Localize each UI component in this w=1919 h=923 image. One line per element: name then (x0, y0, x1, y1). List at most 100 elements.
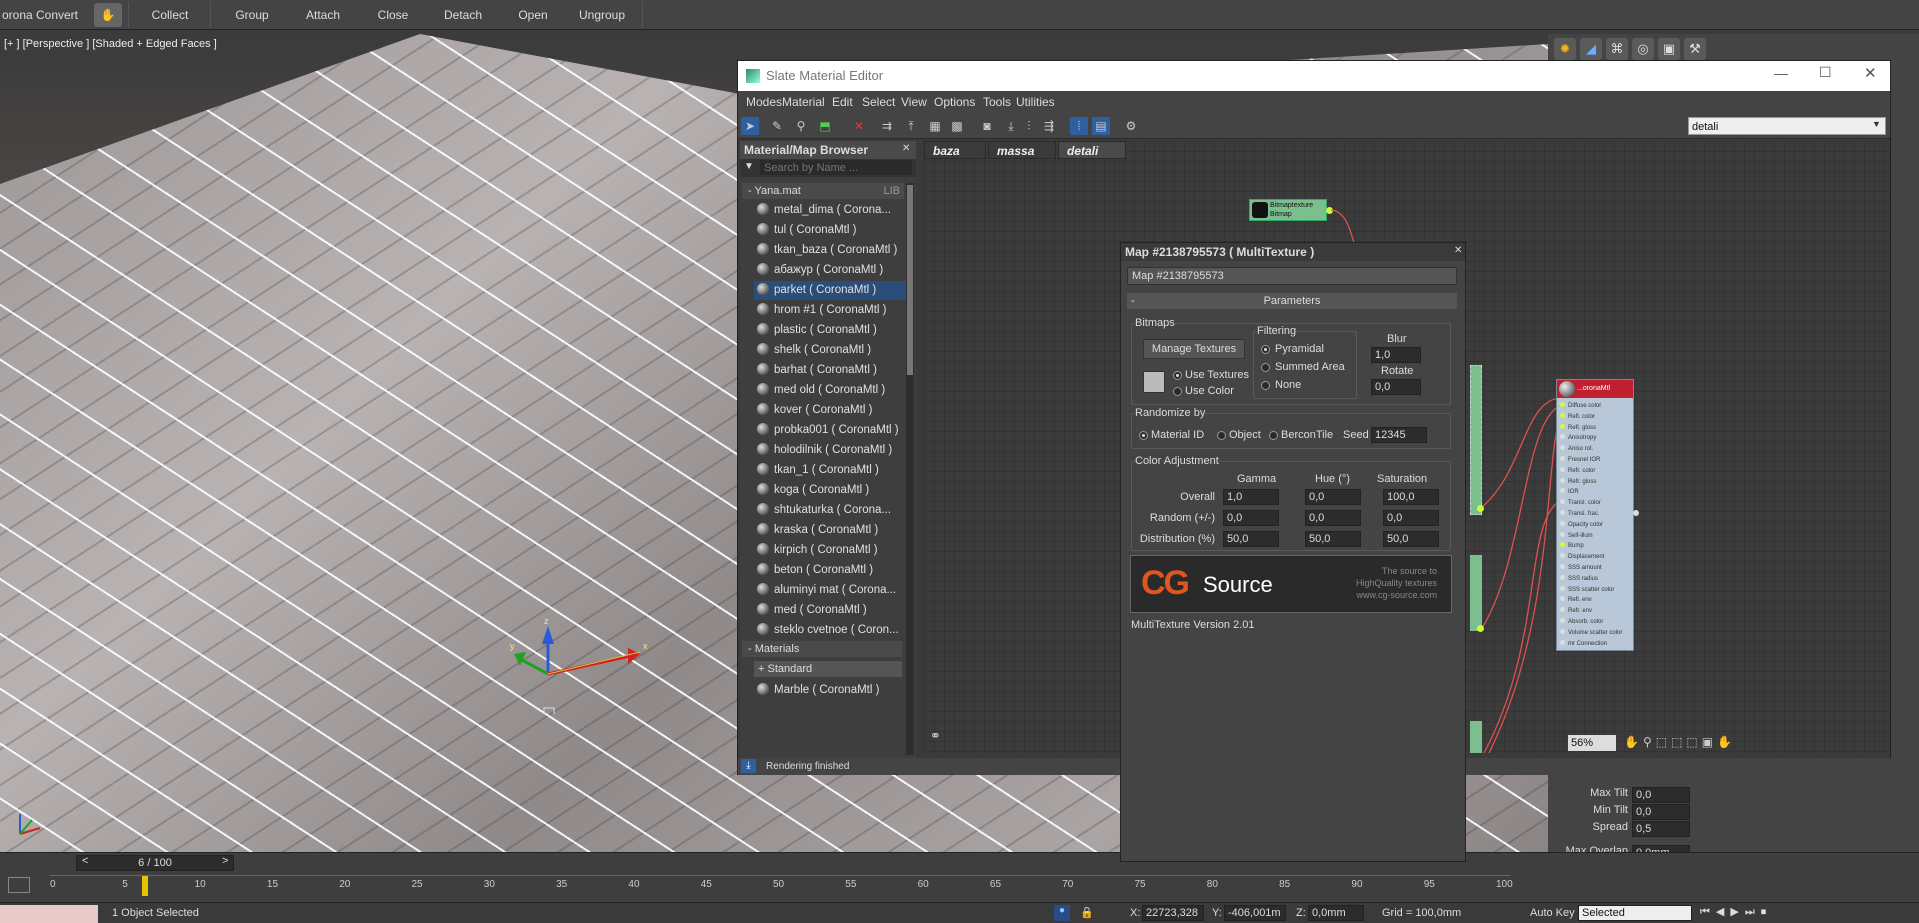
port-dot[interactable] (1560, 542, 1565, 548)
material-id-radio[interactable] (1139, 431, 1148, 440)
auto-key-button[interactable]: Auto Key (1530, 907, 1575, 919)
node-input-port[interactable]: Refl. color (1560, 412, 1595, 420)
node-input-port[interactable]: Refr. gloss (1560, 477, 1596, 485)
delete-icon[interactable]: ✕ (850, 117, 868, 135)
menu-modes[interactable]: Modes (746, 95, 782, 109)
adj-spinner[interactable]: 0,0 (1223, 510, 1279, 526)
port-dot[interactable] (1560, 596, 1565, 602)
spread-spinner[interactable]: 0,5 (1632, 821, 1690, 837)
node-input-port[interactable]: Refl. gloss (1560, 423, 1596, 431)
seed-spinner[interactable]: 12345 (1371, 427, 1427, 443)
material-item[interactable]: steklo cvetnoe ( Coron... (754, 621, 908, 640)
menu-tools[interactable]: Tools (983, 95, 1011, 109)
maximize-icon[interactable]: ☐ (1819, 64, 1832, 81)
node-input-port[interactable]: Transl. color (1560, 499, 1601, 506)
material-item[interactable]: med old ( CoronaMtl ) (754, 381, 908, 400)
port-dot[interactable] (1560, 564, 1565, 569)
group-button[interactable]: Group (222, 3, 282, 27)
manage-textures-button[interactable]: Manage Textures (1143, 339, 1245, 359)
background-icon[interactable]: ▦ (926, 117, 944, 135)
map-node-partial-3[interactable] (1470, 721, 1482, 753)
node-input-port[interactable]: SSS scatter color (1560, 585, 1614, 593)
map-node-partial-2[interactable] (1470, 555, 1482, 631)
browser-scrollbar[interactable] (906, 183, 914, 755)
assign-material-icon[interactable]: ⬒ (816, 117, 834, 135)
material-item[interactable]: shtukaturka ( Corona... (754, 501, 908, 520)
menu-material[interactable]: Material (782, 95, 825, 109)
material-item[interactable]: tul ( CoronaMtl ) (754, 221, 908, 240)
material-item[interactable]: tkan_1 ( CoronaMtl ) (754, 461, 908, 480)
node-input-port[interactable]: SSS amount (1560, 564, 1602, 571)
material-item[interactable]: hrom #1 ( CoronaMtl ) (754, 301, 908, 320)
material-item[interactable]: kirpich ( CoronaMtl ) (754, 541, 908, 560)
attach-button[interactable]: Attach (292, 3, 354, 27)
track-bar[interactable]: 0 5 10 15 20 25 30 35 40 45 50 55 60 65 70 75 80 85 90 95 10… (50, 875, 1513, 896)
port-dot[interactable] (1560, 531, 1565, 537)
isolate-icon[interactable]: ● (1054, 905, 1070, 921)
port-dot[interactable] (1560, 456, 1565, 461)
node-input-port[interactable]: mr Connection (1560, 639, 1607, 647)
corona-material-node[interactable]: ...oronaMtl Diffuse color Refl. color Refl… (1556, 379, 1639, 651)
menu-utilities[interactable]: Utilities (1016, 95, 1055, 109)
nav-tools-icons[interactable]: ✋⚲⬚⬚⬚▣✋ (1624, 735, 1736, 749)
close-button[interactable]: Close (364, 3, 422, 27)
node-input-port[interactable]: Refl. env (1560, 596, 1592, 603)
y-coord-field[interactable]: -406,001m (1224, 905, 1286, 921)
hide-unused-icon[interactable]: ⤒ (902, 117, 920, 135)
motion-icon[interactable]: ◎ (1632, 38, 1654, 60)
material-item[interactable]: med ( CoronaMtl ) (754, 601, 908, 620)
node-input-port[interactable]: Diffuse color (1560, 402, 1601, 409)
object-radio[interactable] (1217, 431, 1226, 440)
checker-icon[interactable]: ▩ (948, 117, 966, 135)
status-icon[interactable]: ⤓ (741, 759, 756, 773)
prev-frame-icon[interactable]: < (82, 855, 88, 867)
port-dot[interactable] (1560, 445, 1565, 451)
port-dot[interactable] (1560, 402, 1565, 407)
binoculars-icon[interactable]: ⚭ (930, 728, 941, 744)
node-input-port[interactable]: Refr. env (1560, 607, 1592, 614)
adj-spinner[interactable]: 1,0 (1223, 489, 1279, 505)
materials-section[interactable]: - Materials (742, 641, 902, 657)
summed-area-radio[interactable] (1261, 363, 1270, 372)
node-input-port[interactable]: Transl. frac. (1560, 510, 1599, 517)
pick-material-icon[interactable]: ✎ (768, 117, 786, 135)
put-material-icon[interactable]: ⚲ (792, 117, 810, 135)
node-input-port[interactable]: Opacity color (1560, 520, 1603, 528)
minimize-icon[interactable]: — (1774, 65, 1788, 81)
material-item[interactable]: shelk ( CoronaMtl ) (754, 341, 908, 360)
chevron-down-icon[interactable]: ▼ (1872, 119, 1881, 129)
browser-toggle-icon[interactable]: ⦙ (1070, 117, 1088, 135)
material-item[interactable]: metal_dima ( Corona... (754, 201, 908, 220)
display-icon[interactable]: ▣ (1658, 38, 1680, 60)
scroll-thumb[interactable] (907, 185, 913, 375)
port-dot[interactable] (1560, 607, 1565, 613)
library-header[interactable]: - Yana.mat LIB (742, 183, 904, 199)
material-item[interactable]: aluminyi mat ( Corona... (754, 581, 908, 600)
material-item[interactable]: parket ( CoronaMtl ) (754, 281, 908, 300)
rotate-spinner[interactable]: 0,0 (1371, 379, 1421, 395)
port-dot[interactable] (1560, 585, 1565, 591)
port-dot[interactable] (1560, 488, 1565, 494)
port-dot[interactable] (1560, 618, 1565, 623)
node-input-port[interactable]: Refr. color (1560, 466, 1595, 474)
node-input-port[interactable]: Aniso rot. (1560, 445, 1593, 452)
port-dot[interactable] (1560, 499, 1565, 505)
menu-select[interactable]: Select (862, 95, 895, 109)
close-icon[interactable]: ✕ (1864, 64, 1877, 82)
use-textures-radio[interactable] (1173, 371, 1182, 380)
browser-close-icon[interactable]: ✕ (902, 143, 910, 154)
node-input-port[interactable]: Volume scatter color (1560, 628, 1622, 636)
map-name-field[interactable]: Map #2138795573 (1127, 267, 1457, 285)
lock-icon[interactable]: 🔒 (1080, 906, 1094, 919)
port-dot[interactable] (1560, 510, 1565, 515)
adj-spinner[interactable]: 0,0 (1305, 510, 1361, 526)
hierarchy-icon[interactable]: ⌘ (1606, 38, 1628, 60)
sun-icon[interactable]: ✹ (1554, 38, 1576, 60)
material-item[interactable]: beton ( CoronaMtl ) (754, 561, 908, 580)
material-item[interactable]: koga ( CoronaMtl ) (754, 481, 908, 500)
z-coord-field[interactable]: 0,0mm (1308, 905, 1364, 921)
min-tilt-spinner[interactable]: 0,0 (1632, 804, 1690, 820)
modify-icon[interactable]: ◢ (1580, 38, 1602, 60)
maxscript-listener[interactable] (0, 905, 98, 923)
map-output-port-2[interactable] (1477, 625, 1484, 632)
